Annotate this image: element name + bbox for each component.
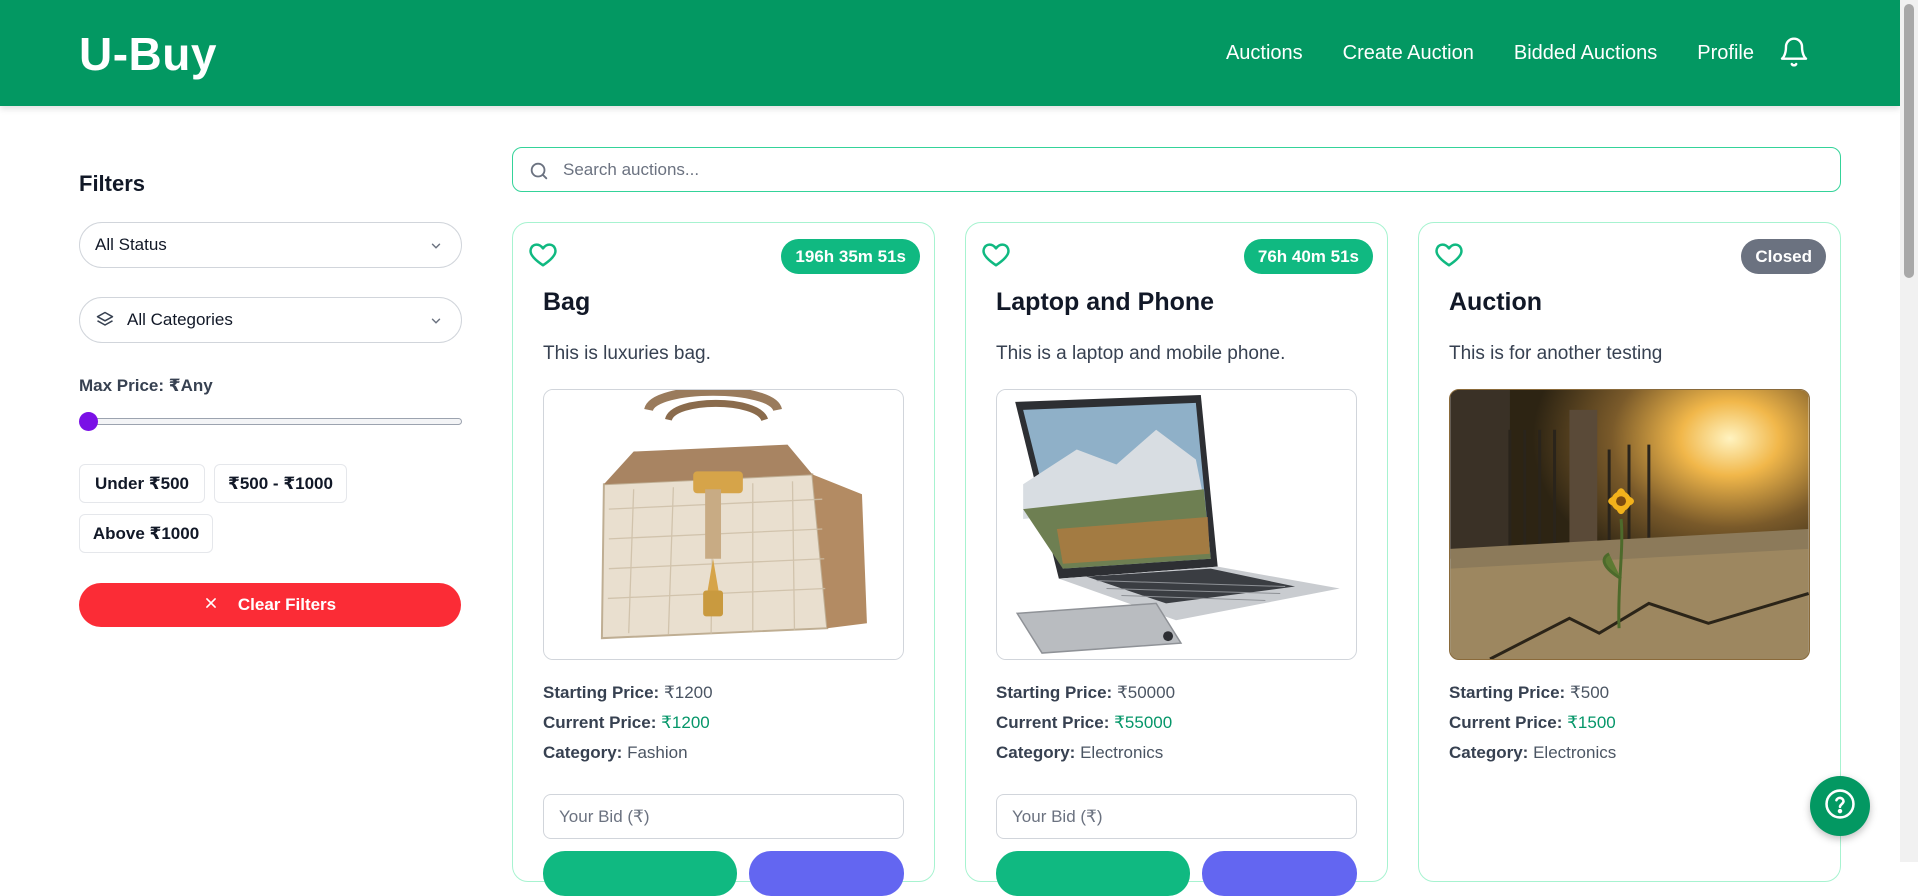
clear-filters-button[interactable]: Clear Filters	[79, 583, 461, 627]
category-select[interactable]: All Categories	[79, 297, 462, 343]
auction-card: 196h 35m 51s Bag This is luxuries bag. S…	[512, 222, 935, 896]
nav-bidded-auctions[interactable]: Bidded Auctions	[1514, 42, 1657, 65]
close-icon	[204, 595, 218, 615]
starting-price-label: Starting Price:	[996, 683, 1113, 702]
bid-input[interactable]	[559, 806, 903, 827]
starting-price: Starting Price: ₹500	[1449, 683, 1609, 703]
heart-icon[interactable]	[981, 239, 1011, 274]
bell-icon[interactable]	[1778, 36, 1810, 68]
nav-create-auction[interactable]: Create Auction	[1343, 42, 1474, 65]
top-navbar: U-Buy Auctions Create Auction Bidded Auc…	[0, 0, 1900, 106]
starting-price-value: ₹500	[1569, 683, 1610, 702]
card-title: Bag	[543, 288, 591, 316]
current-price-label: Current Price:	[1449, 713, 1563, 732]
search-input[interactable]	[563, 159, 1840, 180]
category-label: Category:	[996, 743, 1076, 762]
category: Category: Electronics	[1449, 743, 1616, 763]
handbag-image	[543, 389, 904, 660]
price-chip-under-500[interactable]: Under ₹500	[79, 464, 205, 503]
category-label: Category:	[543, 743, 623, 762]
nav-profile[interactable]: Profile	[1697, 42, 1754, 65]
auction-card: 76h 40m 51s Laptop and Phone This is a l…	[965, 222, 1388, 896]
starting-price: Starting Price: ₹50000	[996, 683, 1175, 703]
current-price-value: ₹1200	[661, 713, 710, 732]
current-price-label: Current Price:	[996, 713, 1110, 732]
category-value: Electronics	[1080, 743, 1164, 762]
current-price: Current Price: ₹55000	[996, 713, 1172, 733]
bid-field	[996, 794, 1357, 839]
price-chip-above-1000[interactable]: Above ₹1000	[79, 514, 213, 553]
bid-input[interactable]	[1012, 806, 1356, 827]
main-nav: Auctions Create Auction Bidded Auctions …	[1226, 0, 1754, 106]
nav-auctions[interactable]: Auctions	[1226, 42, 1303, 65]
chevron-down-icon	[429, 238, 443, 258]
timer-badge: 196h 35m 51s	[781, 239, 920, 274]
starting-price: Starting Price: ₹1200	[543, 683, 713, 703]
card-description: This is for another testing	[1449, 343, 1663, 364]
category-value: Electronics	[1533, 743, 1617, 762]
price-chip-500-1000[interactable]: ₹500 - ₹1000	[214, 464, 347, 503]
scrollbar-thumb[interactable]	[1904, 4, 1914, 278]
starting-price-label: Starting Price:	[543, 683, 660, 702]
current-price: Current Price: ₹1200	[543, 713, 710, 733]
place-bid-button[interactable]	[996, 851, 1190, 896]
category: Category: Electronics	[996, 743, 1163, 763]
heart-icon[interactable]	[1434, 239, 1464, 274]
brand-logo[interactable]: U-Buy	[79, 27, 217, 81]
status-select[interactable]: All Status	[79, 222, 462, 268]
category-select-value: All Categories	[127, 310, 233, 329]
category: Category: Fashion	[543, 743, 688, 763]
flower-sunset-image	[1449, 389, 1810, 660]
status-select-value: All Status	[95, 235, 167, 254]
card-description: This is a laptop and mobile phone.	[996, 343, 1286, 364]
heart-icon[interactable]	[528, 239, 558, 274]
secondary-action-button[interactable]	[749, 851, 904, 896]
card-title: Laptop and Phone	[996, 288, 1215, 316]
secondary-action-button[interactable]	[1202, 851, 1357, 896]
card-description: This is luxuries bag.	[543, 343, 711, 364]
auction-card: Closed Auction This is for another testi…	[1418, 222, 1841, 882]
starting-price-label: Starting Price:	[1449, 683, 1566, 702]
current-price: Current Price: ₹1500	[1449, 713, 1616, 733]
category-value: Fashion	[627, 743, 688, 762]
question-circle-icon	[1823, 787, 1857, 826]
chevron-down-icon	[429, 313, 443, 333]
laptop-phone-image	[996, 389, 1357, 660]
card-title: Auction	[1449, 288, 1543, 316]
current-price-value: ₹55000	[1114, 713, 1173, 732]
starting-price-value: ₹1200	[663, 683, 713, 702]
category-label: Category:	[1449, 743, 1529, 762]
help-button[interactable]	[1810, 776, 1870, 836]
max-price-slider[interactable]	[87, 418, 462, 425]
max-price-label: Max Price: ₹Any	[79, 376, 213, 395]
layers-icon	[95, 310, 115, 330]
place-bid-button[interactable]	[543, 851, 737, 896]
status-badge: Closed	[1741, 239, 1826, 274]
search-bar	[512, 147, 1841, 192]
clear-filters-label: Clear Filters	[237, 595, 337, 614]
timer-badge: 76h 40m 51s	[1243, 239, 1373, 274]
starting-price-value: ₹50000	[1116, 683, 1176, 702]
search-icon	[528, 160, 550, 187]
max-price-slider-thumb[interactable]	[79, 412, 98, 431]
current-price-value: ₹1500	[1567, 713, 1616, 732]
filters-title: Filters	[79, 171, 146, 196]
bid-field	[543, 794, 904, 839]
current-price-label: Current Price:	[543, 713, 657, 732]
